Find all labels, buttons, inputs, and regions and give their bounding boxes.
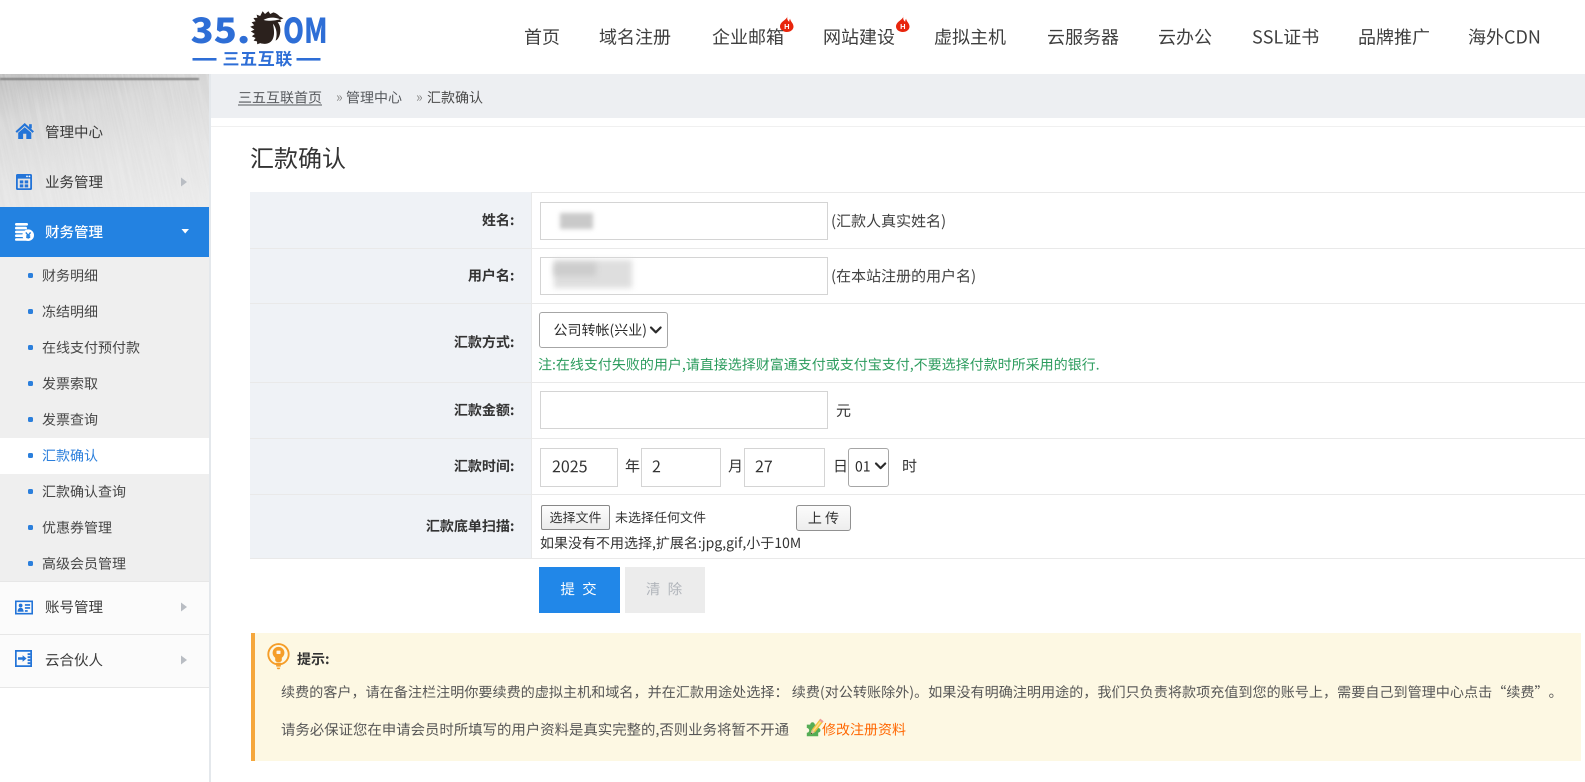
svg-text:H: H bbox=[784, 22, 789, 31]
svg-text:H: H bbox=[900, 22, 905, 31]
